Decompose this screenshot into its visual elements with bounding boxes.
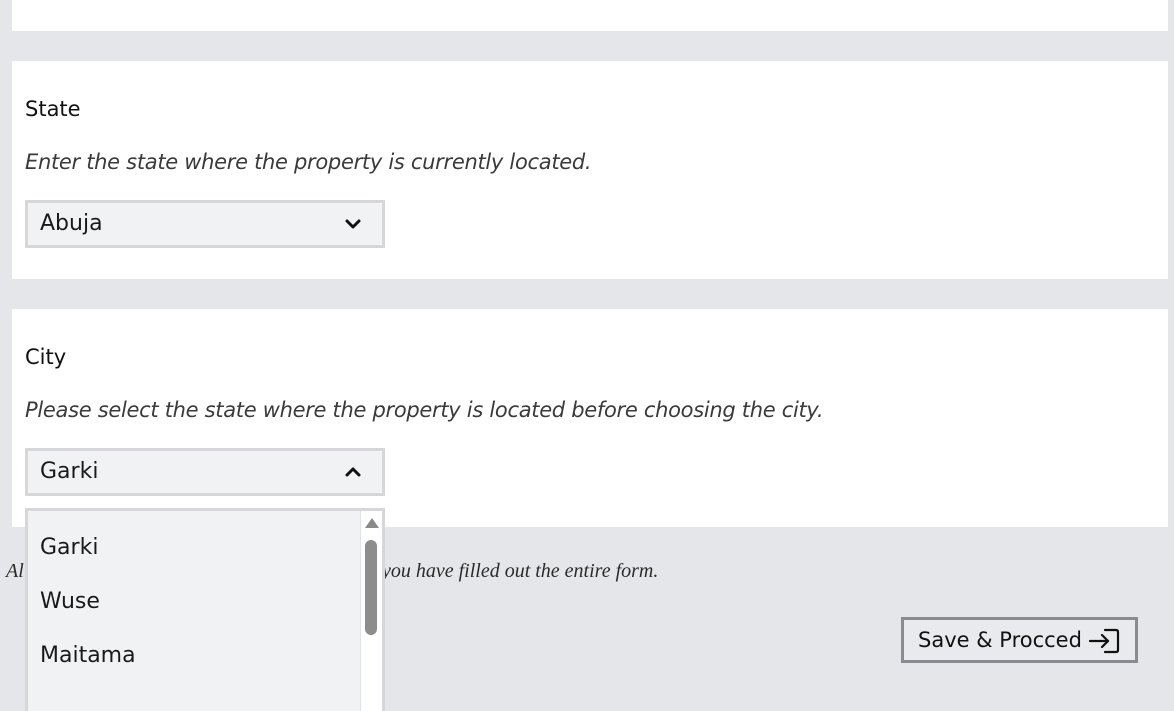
city-section: City Please select the state where the p… — [12, 309, 1168, 527]
city-label: City — [25, 345, 67, 369]
state-section: State Enter the state where the property… — [12, 61, 1168, 279]
save-and-proceed-button[interactable]: Save & Procced — [901, 617, 1138, 663]
previous-section-card — [12, 0, 1168, 31]
city-option-garki[interactable]: Garki — [40, 535, 98, 560]
state-help-text: Enter the state where the property is cu… — [25, 150, 592, 174]
city-selected-value: Garki — [40, 459, 99, 484]
save-button-label: Save & Procced — [918, 628, 1082, 652]
city-option-wuse[interactable]: Wuse — [40, 589, 100, 614]
city-dropdown-list[interactable]: Garki Wuse Maitama — [25, 508, 385, 711]
state-select[interactable]: Abuja — [25, 200, 385, 248]
sign-in-arrow-icon — [1088, 628, 1120, 654]
state-selected-value: Abuja — [40, 211, 103, 236]
chevron-down-icon — [345, 219, 361, 229]
city-option-maitama[interactable]: Maitama — [40, 643, 136, 668]
dropdown-scrollbar[interactable] — [360, 511, 382, 711]
city-help-text: Please select the state where the proper… — [25, 398, 824, 422]
chevron-up-icon — [345, 467, 361, 477]
state-label: State — [25, 97, 81, 121]
scrollbar-thumb[interactable] — [365, 540, 377, 635]
scroll-up-arrow-icon[interactable] — [365, 518, 379, 528]
city-select[interactable]: Garki — [25, 448, 385, 496]
